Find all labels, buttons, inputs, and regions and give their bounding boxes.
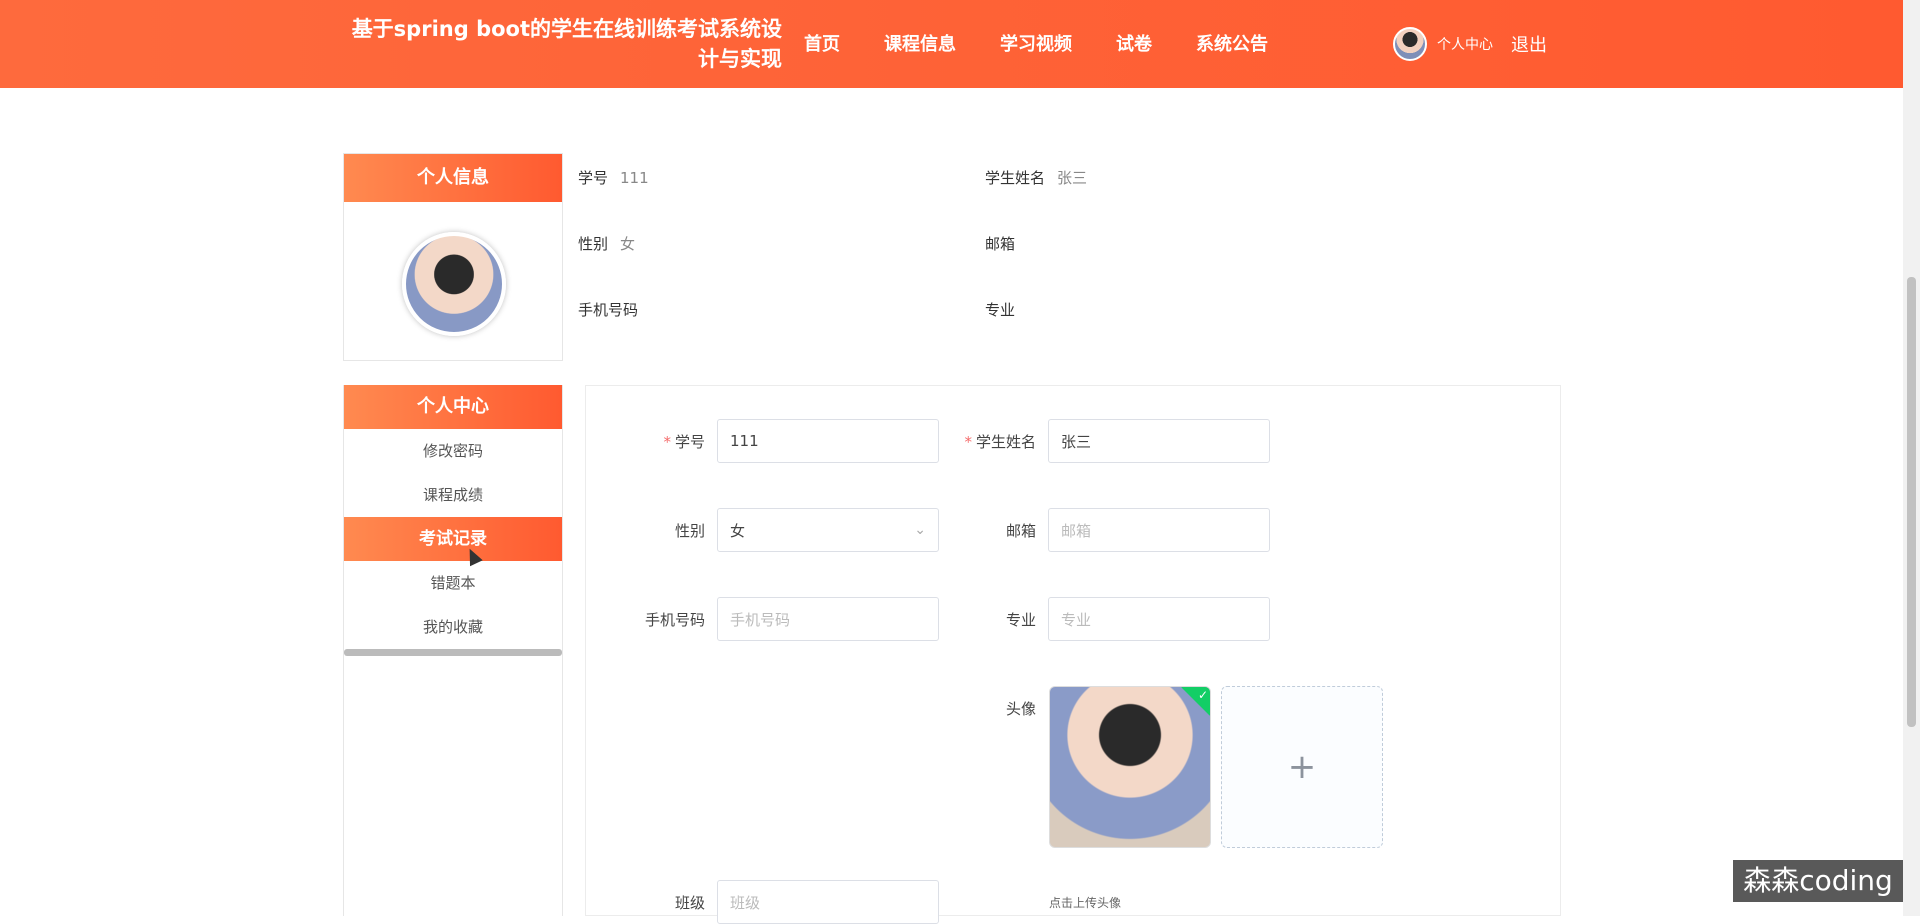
field-student-name: * 学生姓名 张三 [936,419,1270,463]
profile-card: 个人信息 [343,153,563,361]
user-center-link[interactable]: 个人中心 [1437,34,1493,54]
student-name-input[interactable]: 张三 [1048,419,1270,463]
menu-scrollbar[interactable] [344,649,562,656]
top-navbar: 基于spring boot的学生在线训练考试系统设计与实现 首页 课程信息 学习… [0,0,1903,88]
chevron-down-icon: ⌄ [914,522,926,538]
menu-item-favorites[interactable]: 我的收藏 [344,605,562,649]
student-no-input[interactable]: 111 [717,419,939,463]
field-gender: 性别 女 ⌄ [605,508,939,552]
site-title: 基于spring boot的学生在线训练考试系统设计与实现 [351,17,782,71]
nav-home[interactable]: 首页 [804,30,840,56]
info-email: 邮箱 [985,235,1016,253]
field-major: 专业 专业 [936,597,1270,641]
info-phone: 手机号码 [578,301,639,319]
avatar-upload-button[interactable]: + [1221,686,1383,848]
info-gender: 性别女 [578,235,636,253]
menu-item-change-password[interactable]: 修改密码 [344,429,562,473]
menu-item-course-scores[interactable]: 课程成绩 [344,473,562,517]
info-student-no: 学号 111 [578,169,649,187]
check-icon: ✓ [1197,688,1208,702]
profile-avatar [402,232,506,336]
email-input[interactable]: 邮箱 [1048,508,1270,552]
info-student-name: 学生姓名 张三 [985,169,1088,187]
user-center-menu: 个人中心 修改密码 课程成绩 考试记录 错题本 我的收藏 [343,385,563,916]
logout-link[interactable]: 退出 [1511,31,1547,57]
field-email: 邮箱 邮箱 [936,508,1270,552]
main-nav: 首页 课程信息 学习视频 试卷 系统公告 [804,30,1312,56]
profile-card-title: 个人信息 [344,154,562,202]
nav-courses[interactable]: 课程信息 [884,30,956,56]
field-phone: 手机号码 手机号码 [605,597,939,641]
upload-hint: 点击上传头像 [1049,896,1122,910]
info-major: 专业 [985,301,1016,319]
major-input[interactable]: 专业 [1048,597,1270,641]
user-area: 个人中心 退出 [1393,27,1547,61]
plus-icon: + [1287,747,1317,787]
nav-papers[interactable]: 试卷 [1116,30,1152,56]
menu-title: 个人中心 [344,385,562,429]
phone-input[interactable]: 手机号码 [717,597,939,641]
field-avatar-label: 头像 [1005,700,1036,718]
class-input[interactable]: 班级 [717,880,939,924]
field-class: 班级 班级 [605,880,939,924]
uploaded-avatar-image[interactable]: ✓ [1049,686,1211,848]
nav-videos[interactable]: 学习视频 [1000,30,1072,56]
user-avatar[interactable] [1393,27,1427,61]
menu-item-exam-records[interactable]: 考试记录 [344,517,562,561]
field-student-no: * 学号 111 [605,419,939,463]
gender-select[interactable]: 女 ⌄ [717,508,939,552]
nav-announcements[interactable]: 系统公告 [1196,30,1268,56]
menu-item-wrong-questions[interactable]: 错题本 [344,561,562,605]
page-scrollbar-thumb[interactable] [1907,277,1916,727]
watermark: 森森coding [1733,860,1903,902]
page-scrollbar[interactable] [1903,0,1920,916]
